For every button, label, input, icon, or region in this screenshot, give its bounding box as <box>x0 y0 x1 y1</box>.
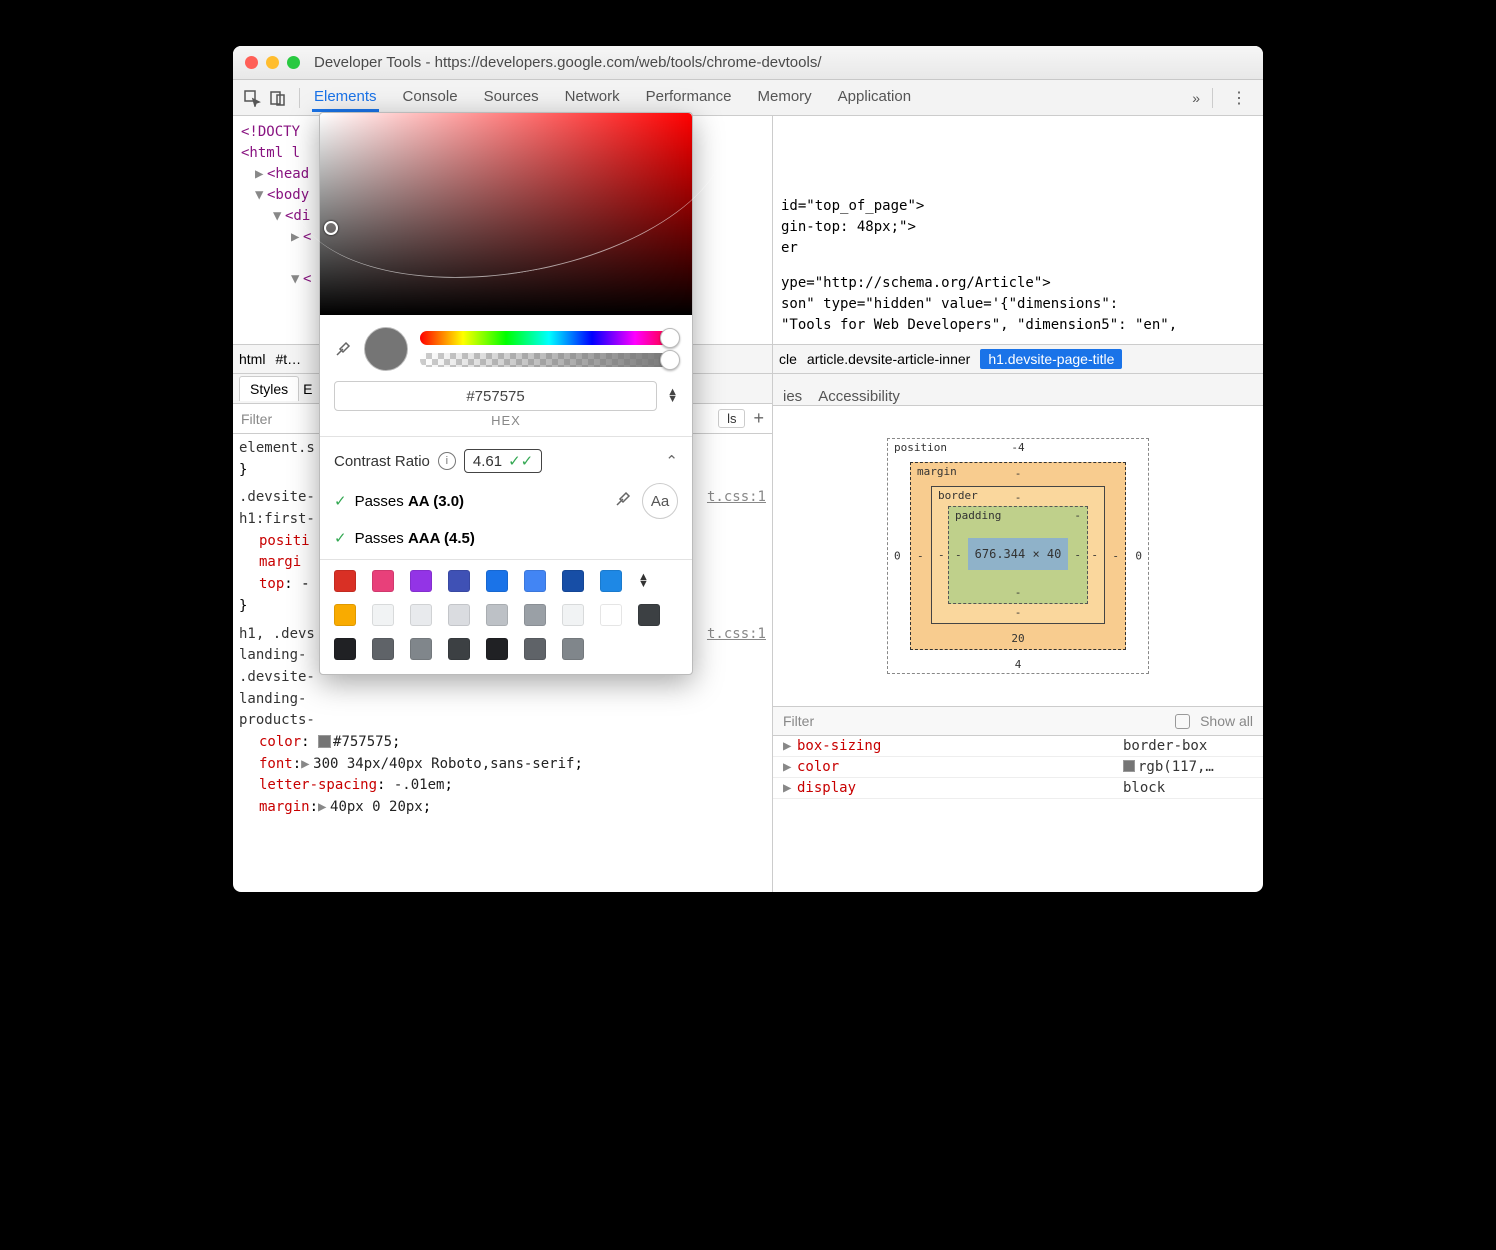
palette-swatch[interactable] <box>486 638 508 660</box>
palette-swatch[interactable] <box>524 638 546 660</box>
subtab-styles[interactable]: Styles <box>239 376 299 401</box>
palette-swatch[interactable] <box>410 604 432 626</box>
check-icon: ✓ <box>334 529 347 547</box>
current-color-chip <box>364 327 408 371</box>
computed-row[interactable]: ▶colorrgb(117,… <box>773 757 1263 778</box>
show-all-label: Show all <box>1200 713 1253 729</box>
bg-eyedropper-icon[interactable] <box>614 490 632 512</box>
crumb-item[interactable]: #t… <box>275 351 301 367</box>
palette-swatch[interactable] <box>562 638 584 660</box>
color-palette: ▲▼ <box>320 560 692 674</box>
computed-row[interactable]: ▶displayblock <box>773 778 1263 799</box>
palette-swatch[interactable] <box>410 570 432 592</box>
palette-swatch[interactable] <box>486 570 508 592</box>
palette-swatch[interactable] <box>562 570 584 592</box>
crumb-item[interactable]: html <box>239 351 265 367</box>
palette-swatch[interactable] <box>486 604 508 626</box>
filter-input[interactable]: Filter <box>783 713 814 729</box>
hue-slider[interactable] <box>420 331 678 345</box>
crumb-item[interactable]: cle <box>779 351 797 367</box>
palette-swatch[interactable] <box>334 570 356 592</box>
palette-swatch[interactable] <box>638 604 660 626</box>
info-icon[interactable]: i <box>438 452 456 470</box>
palette-swatch[interactable] <box>334 638 356 660</box>
device-toggle-icon[interactable] <box>269 89 287 107</box>
computed-filter: Filter Show all <box>773 706 1263 736</box>
contrast-ratio: 4.61 ✓✓ <box>464 449 542 473</box>
dom-node[interactable]: <html l <box>241 145 300 161</box>
crumb-item[interactable]: article.devsite-article-inner <box>807 351 970 367</box>
hex-input[interactable] <box>334 381 657 411</box>
palette-swatch[interactable] <box>600 570 622 592</box>
box-model[interactable]: position -4 4 0 0 margin - 20 - - bo <box>773 406 1263 706</box>
maximize-icon[interactable] <box>287 56 300 69</box>
right-subtabs: ies Accessibility <box>773 374 1263 406</box>
color-picker: ▲▼ HEX Contrast Ratio i 4.61 ✓✓ ⌃ <box>319 112 693 675</box>
dom-node[interactable]: <!DOCTY <box>241 124 300 140</box>
breadcrumb-right[interactable]: cle article.devsite-article-inner h1.dev… <box>773 344 1263 374</box>
computed-row[interactable]: ▶box-sizingborder-box <box>773 736 1263 757</box>
close-icon[interactable] <box>245 56 258 69</box>
palette-swatch[interactable] <box>524 570 546 592</box>
palette-swatch[interactable] <box>372 638 394 660</box>
sv-cursor-icon[interactable] <box>324 221 338 235</box>
crumb-selected[interactable]: h1.devsite-page-title <box>980 349 1122 369</box>
palette-swatch[interactable] <box>448 570 470 592</box>
subtab-partial[interactable]: ies <box>783 388 802 405</box>
contrast-label: Contrast Ratio <box>334 453 430 470</box>
chevron-up-icon[interactable]: ⌃ <box>665 452 678 470</box>
eyedropper-icon[interactable] <box>334 340 352 358</box>
content-box: 676.344 × 40 <box>968 538 1068 570</box>
kebab-menu-icon[interactable]: ⋮ <box>1225 88 1253 108</box>
show-all-checkbox[interactable] <box>1175 714 1190 729</box>
palette-swatch[interactable] <box>562 604 584 626</box>
saturation-value-area[interactable] <box>320 113 692 315</box>
palette-swatch[interactable] <box>600 604 622 626</box>
inspect-icon[interactable] <box>243 89 261 107</box>
check-icon: ✓ <box>334 492 347 510</box>
alpha-slider[interactable] <box>420 353 678 367</box>
tab-application[interactable]: Application <box>836 84 913 112</box>
source-link[interactable]: t.css:1 <box>707 487 766 509</box>
palette-swatch[interactable] <box>448 638 470 660</box>
add-rule-icon[interactable]: + <box>753 408 764 429</box>
palette-swatch[interactable] <box>524 604 546 626</box>
text-preview-button[interactable]: Aa <box>642 483 678 519</box>
subtab-accessibility[interactable]: Accessibility <box>818 388 900 405</box>
palette-swatch[interactable] <box>448 604 470 626</box>
more-tabs-icon[interactable]: » <box>1192 90 1200 106</box>
subtab-partial[interactable]: E <box>303 381 312 397</box>
computed-styles[interactable]: ▶box-sizingborder-box▶colorrgb(117,…▶dis… <box>773 736 1263 892</box>
palette-swatch[interactable] <box>410 638 432 660</box>
format-stepper[interactable]: ▲▼ <box>667 389 678 402</box>
hov-button[interactable]: ls <box>718 409 745 428</box>
palette-stepper[interactable]: ▲▼ <box>638 574 678 587</box>
hex-label: HEX <box>320 413 692 436</box>
palette-swatch[interactable] <box>334 604 356 626</box>
color-swatch-icon[interactable] <box>318 735 331 748</box>
filter-input[interactable]: Filter <box>241 411 272 427</box>
palette-swatch[interactable] <box>372 604 394 626</box>
minimize-icon[interactable] <box>266 56 279 69</box>
palette-swatch[interactable] <box>372 570 394 592</box>
tab-memory[interactable]: Memory <box>756 84 814 112</box>
source-link[interactable]: t.css:1 <box>707 624 766 646</box>
titlebar: Developer Tools - https://developers.goo… <box>233 46 1263 80</box>
